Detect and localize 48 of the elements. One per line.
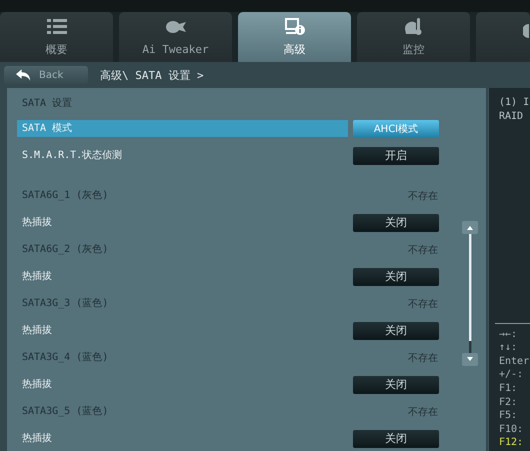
breadcrumb: 高级\ SATA 设置 > [100, 68, 204, 82]
status-text: 不存在 [408, 298, 438, 310]
key-hint: F5: [499, 409, 518, 423]
option-button[interactable]: 关闭 [353, 322, 439, 340]
setting-label[interactable]: 热插拔 [17, 214, 348, 231]
list-icon [44, 17, 68, 37]
key-hint: F12: [499, 436, 524, 450]
tab[interactable]: 概要 [0, 12, 113, 62]
setting-label[interactable]: 热插拔 [17, 430, 348, 447]
setting-label[interactable]: S.M.A.R.T.状态侦测 [17, 147, 348, 164]
option-button[interactable]: 关闭 [353, 268, 439, 286]
key-hint: Enter [499, 354, 530, 368]
help-text: (1) I [499, 96, 530, 110]
setting-label[interactable]: 热插拔 [17, 268, 348, 285]
option-button[interactable]: 开启 [353, 146, 439, 164]
section-title: SATA 设置 [22, 96, 74, 111]
key-hint: ↑↓: [499, 341, 518, 355]
key-hint: +/-: [499, 368, 524, 382]
tab[interactable]: 监控 [357, 12, 470, 62]
setting-label: SATA6G_1 (灰色) [21, 189, 110, 203]
status-text: 不存在 [408, 244, 438, 256]
monitor-info-icon [282, 17, 306, 37]
option-button[interactable]: AHCI模式 [353, 120, 439, 138]
tab[interactable]: Ai Tweaker [119, 12, 232, 62]
setting-label: SATA6G_2 (灰色) [21, 243, 110, 257]
tab[interactable]: 高级 [238, 12, 351, 62]
setting-label: SATA3G_5 (蓝色) [21, 404, 110, 419]
key-hint: →←: [499, 328, 518, 342]
status-text: 不存在 [408, 190, 438, 202]
status-text: 不存在 [408, 406, 438, 418]
status-text: 不存在 [408, 352, 438, 364]
tab[interactable] [476, 12, 530, 62]
setting-label[interactable]: 热插拔 [17, 376, 348, 393]
help-text: RAID [499, 110, 524, 124]
option-button[interactable]: 关闭 [353, 376, 439, 394]
option-button[interactable]: 关闭 [353, 214, 439, 232]
setting-label: SATA3G_3 (蓝色) [21, 296, 110, 311]
setting-label[interactable]: 热插拔 [17, 322, 348, 339]
scrollbar[interactable] [461, 221, 479, 367]
key-hint: F2: [499, 396, 518, 410]
highlighted-setting-label[interactable]: SATA 模式 [17, 120, 348, 137]
tab-icon [523, 21, 529, 41]
setting-label: SATA3G_4 (蓝色) [21, 350, 110, 365]
option-button[interactable]: 关闭 [353, 430, 439, 448]
back-arrow-icon [16, 69, 31, 81]
key-hint: F10: [499, 422, 524, 436]
back-button[interactable]: Back [4, 66, 88, 84]
key-hint: F1: [499, 382, 518, 396]
